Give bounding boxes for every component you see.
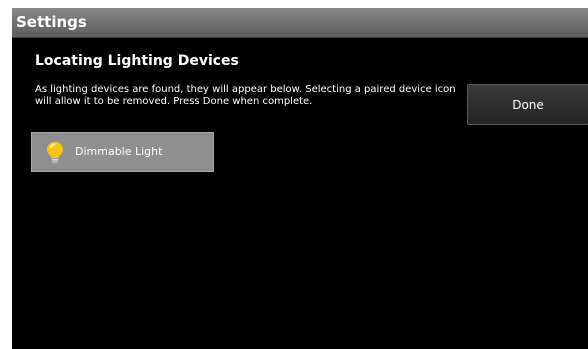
title-bar: Settings — [12, 8, 588, 38]
instructions-text: As lighting devices are found, they will… — [35, 84, 456, 107]
window-title: Settings — [16, 13, 87, 31]
done-button-label: Done — [512, 97, 544, 112]
light-bulb-icon — [45, 141, 65, 165]
done-button[interactable]: Done — [467, 84, 588, 125]
settings-screen: Settings Locating Lighting Devices As li… — [12, 8, 588, 349]
device-tile-dimmable-light[interactable]: Dimmable Light — [31, 132, 214, 172]
section-heading: Locating Lighting Devices — [35, 53, 239, 69]
device-label: Dimmable Light — [75, 145, 163, 158]
